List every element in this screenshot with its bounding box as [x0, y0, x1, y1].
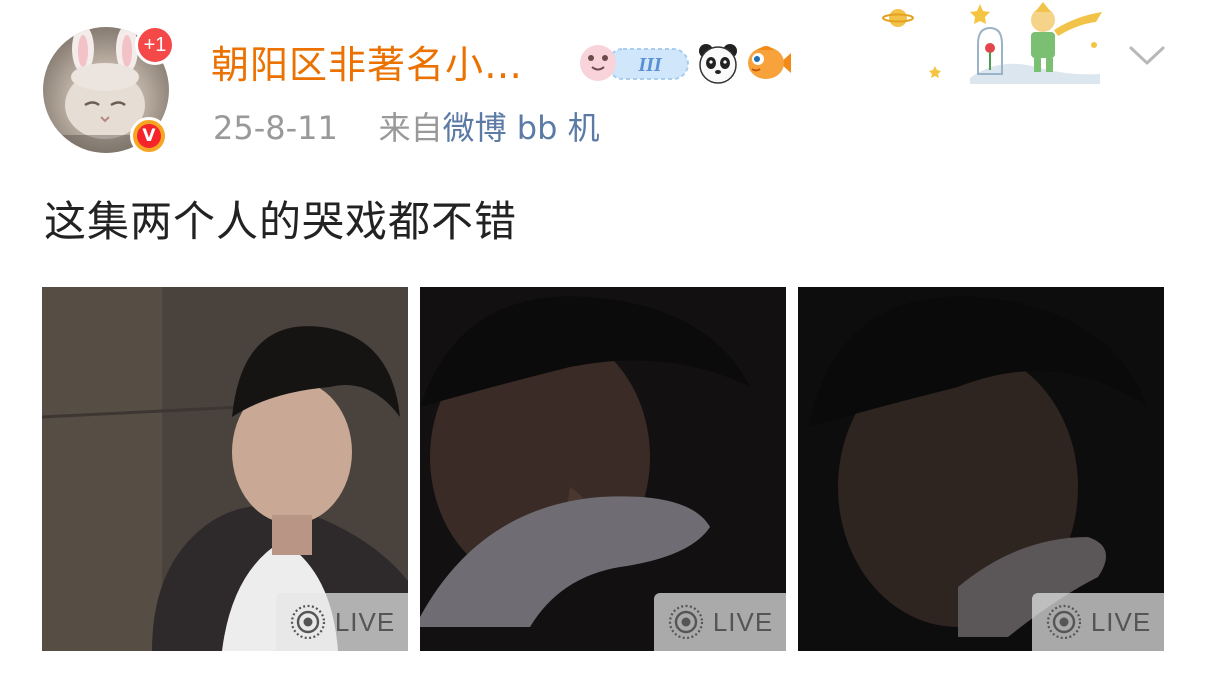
fan-level-badge[interactable]: III [578, 41, 690, 85]
live-photo-tag: LIVE [654, 593, 786, 651]
live-photo-icon [1046, 604, 1081, 640]
little-prince-sticker [882, 2, 1102, 84]
live-photo-icon [668, 604, 703, 640]
source-link[interactable]: 微博 bb 机 [443, 109, 600, 147]
verified-badge: V [130, 117, 168, 155]
post-text: 这集两个人的哭戏都不错 [44, 197, 518, 246]
post-date: 25-8-11 [213, 109, 338, 147]
verified-icon: V [137, 124, 161, 148]
post-photo-1[interactable]: LIVE [42, 287, 408, 651]
fish-emoji-icon [748, 46, 791, 79]
live-photo-tag: LIVE [1032, 593, 1164, 651]
post-photo-3[interactable]: LIVE [798, 287, 1164, 651]
avatar-area[interactable]: +1 V [43, 25, 175, 155]
user-badges: III [578, 40, 792, 86]
post-meta: 25-8-11 来自微博 bb 机 [213, 106, 600, 150]
notification-count-badge: +1 [135, 25, 175, 65]
live-photo-icon [290, 604, 325, 640]
panda-emoji-icon [699, 44, 737, 84]
source-prefix: 来自 [378, 109, 443, 147]
live-label: LIVE [334, 606, 396, 637]
username[interactable]: 朝阳区非著名小… [211, 38, 523, 92]
live-label: LIVE [1090, 606, 1152, 637]
chevron-down-icon[interactable] [1127, 44, 1167, 68]
live-photo-tag: LIVE [276, 593, 408, 651]
post-photo-2[interactable]: LIVE [420, 287, 786, 651]
live-label: LIVE [712, 606, 774, 637]
badge-level-label: III [637, 54, 663, 76]
